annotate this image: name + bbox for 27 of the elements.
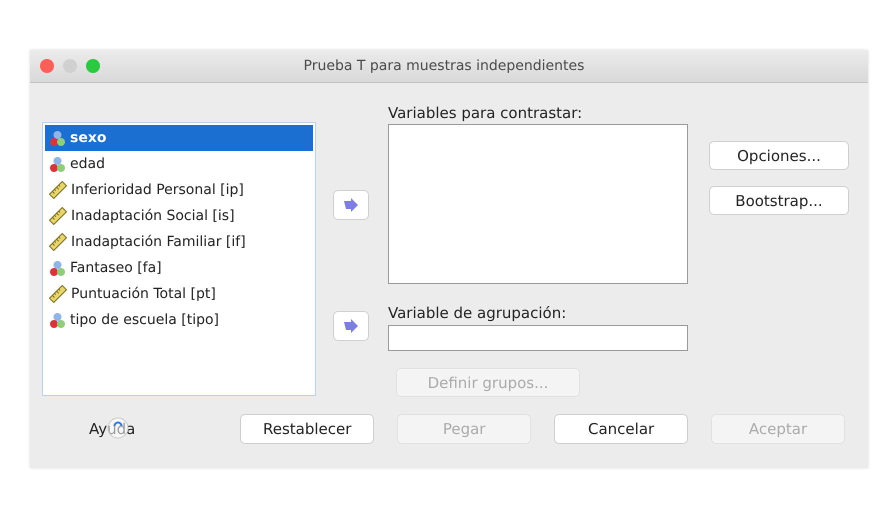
- dialog-button[interactable]: Opciones...: [709, 141, 849, 170]
- grouping-variable-field[interactable]: [388, 325, 688, 351]
- three-balls-icon: [49, 130, 66, 146]
- move-button[interactable]: [333, 311, 369, 341]
- move-button[interactable]: [333, 190, 369, 220]
- field-label: Variable de agrupación:: [388, 304, 568, 322]
- variable-item[interactable]: Puntuación Total [pt]: [45, 281, 313, 307]
- arrow-right-icon: [343, 198, 359, 212]
- dialog-button[interactable]: Restablecer: [240, 414, 374, 444]
- help-button[interactable]: Ayuda: [89, 414, 160, 444]
- dialog-button[interactable]: Cancelar: [554, 414, 688, 444]
- variable-item[interactable]: sexo: [45, 125, 313, 151]
- variable-item[interactable]: Inferioridad Personal [ip]: [45, 177, 313, 203]
- variable-item[interactable]: tipo de escuela [tipo]: [45, 307, 313, 333]
- three-balls-icon: [49, 260, 66, 276]
- zoom-icon[interactable]: [86, 59, 100, 73]
- window-title: Prueba T para muestras independientes: [302, 58, 586, 74]
- dialog-button[interactable]: Bootstrap...: [709, 186, 849, 215]
- arrow-right-icon: [343, 319, 359, 333]
- field-label: Variables para contrastar:: [388, 104, 584, 122]
- variable-item[interactable]: Inadaptación Social [is]: [45, 203, 313, 229]
- variable-item[interactable]: edad: [45, 151, 313, 177]
- three-balls-icon: [49, 156, 66, 172]
- three-balls-icon: [49, 312, 66, 328]
- close-icon[interactable]: [40, 59, 54, 73]
- variable-item[interactable]: Inadaptación Familiar [if]: [45, 229, 313, 255]
- variable-item[interactable]: Fantaseo [fa]: [45, 255, 313, 281]
